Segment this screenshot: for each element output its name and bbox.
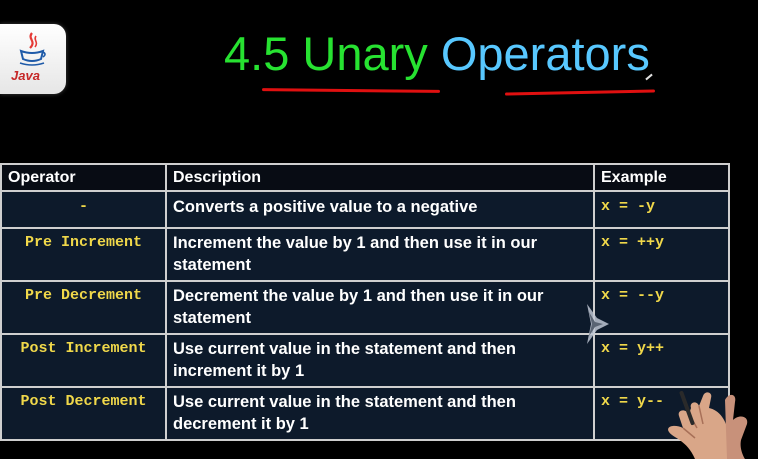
title-part-number: 4.5 Unary [224, 27, 428, 80]
description-cell: Decrement the value by 1 and then use it… [165, 280, 595, 335]
description-cell: Use current value in the statement and t… [165, 333, 595, 388]
example-cell: x = --y [593, 280, 730, 335]
description-cell: Increment the value by 1 and then use it… [165, 227, 595, 282]
cursor-sparkle-icon [587, 304, 609, 344]
operator-cell: Post Decrement [0, 386, 167, 441]
table-header-row: Operator Description Example [0, 163, 730, 192]
operator-cell: Pre Decrement [0, 280, 167, 335]
description-cell: Converts a positive value to a negative [165, 190, 595, 229]
header-example: Example [593, 163, 730, 192]
header-operator: Operator [0, 163, 167, 192]
title-underline-left [261, 88, 441, 93]
table-row: Post Decrement Use current value in the … [0, 386, 730, 441]
operator-cell: - [0, 190, 167, 229]
operators-table: Operator Description Example - Converts … [0, 163, 730, 441]
title-part-operators: Operators [440, 27, 650, 80]
java-coffee-cup-icon [19, 32, 46, 66]
operator-cell: Post Increment [0, 333, 167, 388]
java-logo: Java [0, 24, 66, 94]
table-row: Pre Increment Increment the value by 1 a… [0, 227, 730, 282]
operator-cell: Pre Increment [0, 227, 167, 282]
example-cell: x = -y [593, 190, 730, 229]
example-cell: x = ++y [593, 227, 730, 282]
description-cell: Use current value in the statement and t… [165, 386, 595, 441]
presenter-hand-icon [668, 390, 748, 459]
table-row: Pre Decrement Decrement the value by 1 a… [0, 280, 730, 335]
title-underline-right [504, 89, 656, 96]
table-row: - Converts a positive value to a negativ… [0, 190, 730, 229]
page-title: 4.5 Unary Operators [224, 26, 650, 82]
table-row: Post Increment Use current value in the … [0, 333, 730, 388]
java-logo-label: Java [11, 68, 40, 83]
header-description: Description [165, 163, 595, 192]
